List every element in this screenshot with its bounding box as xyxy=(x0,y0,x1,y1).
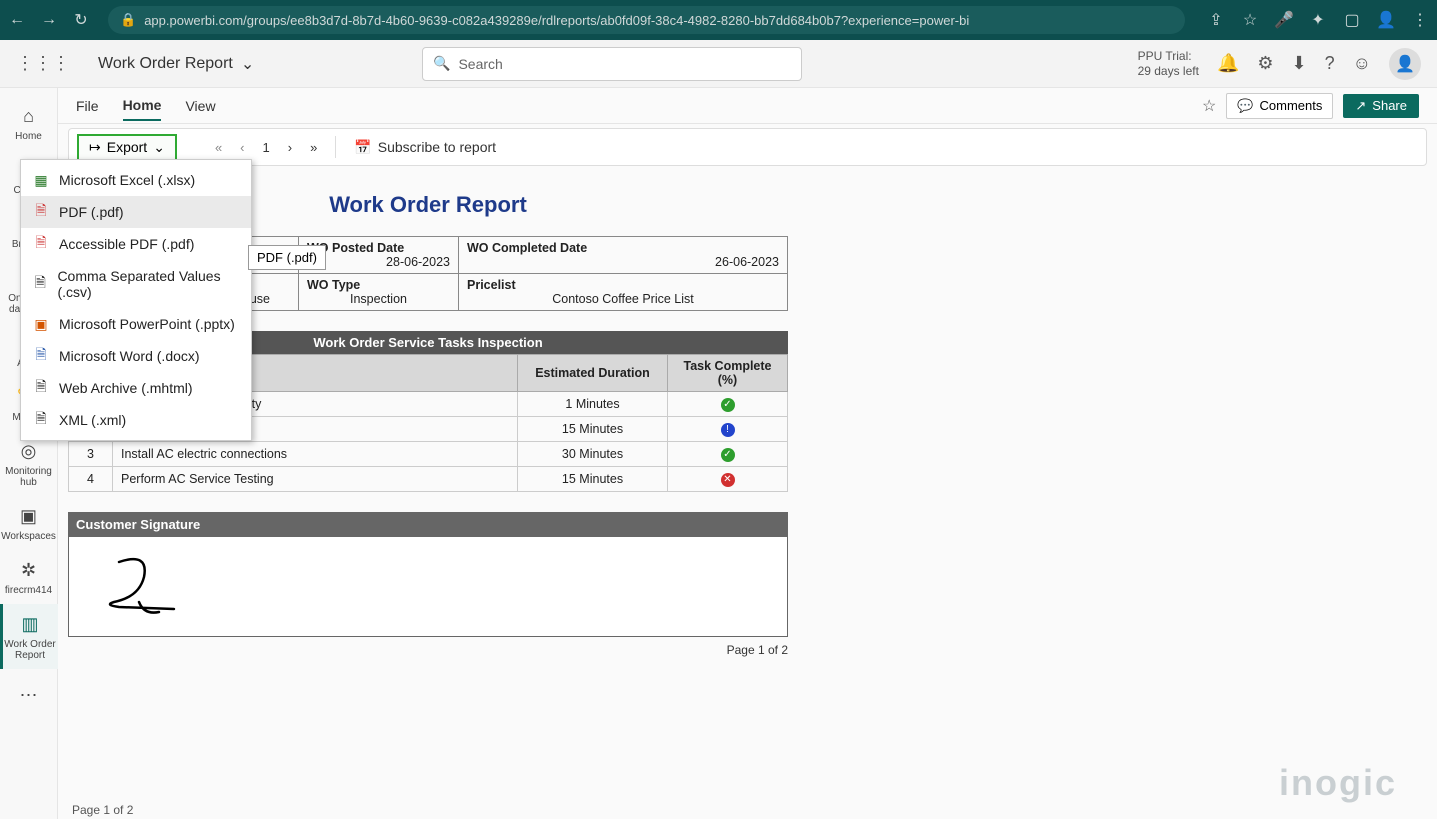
csv-icon: 🗎 xyxy=(33,276,47,292)
export-icon: ↦ xyxy=(89,139,101,156)
first-page-icon: « xyxy=(215,140,222,155)
export-accessible-pdf[interactable]: 🗎Accessible PDF (.pdf) xyxy=(21,228,251,260)
rail-workspaces[interactable]: ▣Workspaces xyxy=(0,496,58,550)
chevron-down-icon: ⌄ xyxy=(153,139,165,156)
subscribe-icon: 📅 xyxy=(354,139,371,156)
export-pptx[interactable]: ▣Microsoft PowerPoint (.pptx) xyxy=(21,308,251,340)
reload-icon[interactable]: ↻ xyxy=(72,11,90,29)
content-area: File Home View ☆ 💬Comments ↗Share ↦ Expo… xyxy=(58,88,1437,819)
cross-icon: ✕ xyxy=(721,473,735,487)
export-label: Export xyxy=(107,139,147,155)
tab-view[interactable]: View xyxy=(185,92,215,120)
search-input[interactable]: 🔍 Search xyxy=(422,47,802,81)
rail-more[interactable]: ⋯ xyxy=(0,675,58,718)
footer-page-info: Page 1 of 2 xyxy=(72,803,133,817)
search-placeholder: Search xyxy=(458,56,502,72)
export-pdf[interactable]: 🗎PDF (.pdf) xyxy=(21,196,251,228)
profile-icon[interactable]: 👤 xyxy=(1377,11,1395,29)
url-text: app.powerbi.com/groups/ee8b3d7d-8b7d-4b6… xyxy=(144,13,969,28)
lock-icon: 🔒 xyxy=(120,12,136,28)
monitor-icon: ◎ xyxy=(0,441,58,462)
search-icon: 🔍 xyxy=(433,55,450,72)
tab-home[interactable]: Home xyxy=(123,91,162,121)
report-toolbar: ↦ Export ⌄ « ‹ 1 › » 📅 Subscribe to repo… xyxy=(68,128,1427,166)
back-icon[interactable]: ← xyxy=(8,11,26,29)
excel-icon: ▦ xyxy=(33,172,49,188)
chevron-down-icon: ⌄ xyxy=(241,54,254,74)
tab-icon[interactable]: ▢ xyxy=(1343,11,1361,29)
app-launcher-icon[interactable]: ⋮⋮⋮ xyxy=(16,53,70,74)
export-mhtml[interactable]: 🗎Web Archive (.mhtml) xyxy=(21,372,251,404)
workspace-item-icon: ✲ xyxy=(0,560,58,581)
page-info: Page 1 of 2 xyxy=(68,643,788,657)
signature-box xyxy=(68,537,788,637)
rail-firecrm[interactable]: ✲firecrm414 xyxy=(0,550,58,604)
ellipsis-icon: ⋯ xyxy=(0,685,58,706)
subscribe-button[interactable]: 📅 Subscribe to report xyxy=(354,139,496,156)
rail-work-order-report[interactable]: ▥Work Order Report xyxy=(0,604,58,669)
url-bar[interactable]: 🔒 app.powerbi.com/groups/ee8b3d7d-8b7d-4… xyxy=(108,6,1185,34)
table-row: 3Install AC electric connections30 Minut… xyxy=(69,442,788,467)
avatar[interactable]: 👤 xyxy=(1389,48,1421,80)
separator xyxy=(335,136,336,158)
help-icon[interactable]: ? xyxy=(1325,53,1335,74)
comments-button[interactable]: 💬Comments xyxy=(1226,93,1333,119)
powerpoint-icon: ▣ xyxy=(33,316,49,332)
favorite-star-icon[interactable]: ☆ xyxy=(1202,96,1216,116)
signature-header: Customer Signature xyxy=(68,512,788,537)
page-title[interactable]: Work Order Report ⌄ xyxy=(98,54,254,74)
export-menu: ▦Microsoft Excel (.xlsx) 🗎PDF (.pdf) 🗎Ac… xyxy=(20,159,252,441)
feedback-icon[interactable]: ☺ xyxy=(1353,53,1371,74)
check-icon: ✓ xyxy=(721,398,735,412)
table-row: 4Perform AC Service Testing15 Minutes✕ xyxy=(69,467,788,492)
export-button[interactable]: ↦ Export ⌄ xyxy=(77,134,177,161)
web-archive-icon: 🗎 xyxy=(33,380,49,396)
share-button[interactable]: ↗Share xyxy=(1343,94,1419,118)
extensions-icon[interactable]: ✦ xyxy=(1309,11,1327,29)
ribbon-tabs: File Home View ☆ 💬Comments ↗Share xyxy=(58,88,1437,124)
word-icon: 🗎 xyxy=(33,348,49,364)
info-icon: ! xyxy=(721,423,735,437)
home-icon: ⌂ xyxy=(0,106,58,127)
page-number[interactable]: 1 xyxy=(263,140,270,155)
export-xlsx[interactable]: ▦Microsoft Excel (.xlsx) xyxy=(21,164,251,196)
forward-icon[interactable]: → xyxy=(40,11,58,29)
inogic-watermark: inogic xyxy=(1279,762,1397,804)
export-xml[interactable]: 🗎XML (.xml) xyxy=(21,404,251,436)
settings-gear-icon[interactable]: ⚙ xyxy=(1257,53,1273,74)
download-icon[interactable]: ⬇ xyxy=(1292,53,1307,74)
xml-icon: 🗎 xyxy=(33,412,49,428)
trial-info[interactable]: PPU Trial: 29 days left xyxy=(1138,49,1199,78)
export-docx[interactable]: 🗎Microsoft Word (.docx) xyxy=(21,340,251,372)
share-page-icon[interactable]: ⇪ xyxy=(1207,11,1225,29)
last-page-icon[interactable]: » xyxy=(310,140,317,155)
share-icon: ↗ xyxy=(1355,98,1366,114)
pager: « ‹ 1 › » xyxy=(215,140,317,155)
workspaces-icon: ▣ xyxy=(0,506,58,527)
next-page-icon[interactable]: › xyxy=(288,140,292,155)
check-icon: ✓ xyxy=(721,448,735,462)
pdf-icon: 🗎 xyxy=(33,204,49,220)
rail-home[interactable]: ⌂Home xyxy=(0,96,58,150)
prev-page-icon: ‹ xyxy=(240,140,244,155)
report-icon: ▥ xyxy=(3,614,58,635)
tab-file[interactable]: File xyxy=(76,92,99,120)
tooltip: PDF (.pdf) xyxy=(248,245,326,270)
browser-bar: ← → ↻ 🔒 app.powerbi.com/groups/ee8b3d7d-… xyxy=(0,0,1437,40)
kebab-menu-icon[interactable]: ⋮ xyxy=(1411,11,1429,29)
mic-icon[interactable]: 🎤 xyxy=(1275,11,1293,29)
app-header: ⋮⋮⋮ Work Order Report ⌄ 🔍 Search PPU Tri… xyxy=(0,40,1437,88)
comment-icon: 💬 xyxy=(1237,98,1253,114)
pdf-icon: 🗎 xyxy=(33,236,49,252)
export-csv[interactable]: 🗎Comma Separated Values (.csv) xyxy=(21,260,251,308)
notifications-icon[interactable]: 🔔 xyxy=(1217,53,1239,74)
bookmark-star-icon[interactable]: ☆ xyxy=(1241,11,1259,29)
page-title-text: Work Order Report xyxy=(98,55,233,73)
